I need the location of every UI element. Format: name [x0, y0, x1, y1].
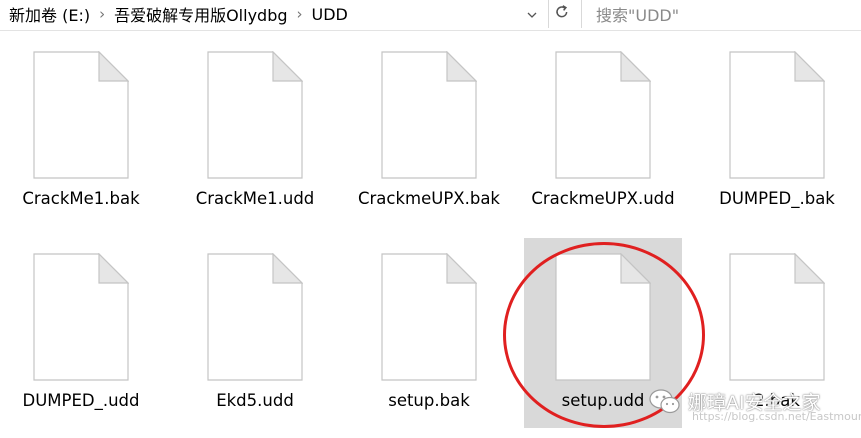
file-name: setup.bak	[388, 391, 470, 410]
document-icon	[381, 252, 478, 381]
file-name: CrackmeUPX.bak	[358, 189, 500, 208]
file-grid: CrackMe1.bak CrackMe1.udd CrackmeUPX.bak…	[0, 36, 861, 438]
file-name: 2.bak	[754, 391, 800, 410]
file-name: Ekd5.udd	[216, 391, 294, 410]
breadcrumb-separator[interactable]: ›	[92, 5, 112, 23]
file-name: setup.udd	[561, 391, 645, 410]
file-item[interactable]: CrackmeUPX.udd	[524, 36, 682, 226]
file-name: DUMPED_.udd	[22, 391, 140, 410]
file-item[interactable]: DUMPED_.udd	[2, 238, 160, 428]
file-item-selected[interactable]: setup.udd	[524, 238, 682, 428]
refresh-icon	[554, 4, 570, 24]
document-icon	[555, 252, 652, 381]
breadcrumb-item-drive[interactable]: 新加卷 (E:)	[7, 2, 92, 26]
file-item[interactable]: 2.bak	[698, 238, 856, 428]
document-icon	[33, 50, 130, 179]
search-placeholder: 搜索"UDD"	[596, 6, 680, 25]
file-name: CrackmeUPX.udd	[531, 189, 675, 208]
breadcrumb-item-ollydbg[interactable]: 吾爱破解专用版Ollydbg	[112, 2, 289, 26]
file-item[interactable]: Ekd5.udd	[176, 238, 334, 428]
file-item[interactable]: setup.bak	[350, 238, 508, 428]
file-name: DUMPED_.bak	[719, 189, 835, 208]
breadcrumb-separator[interactable]: ›	[290, 5, 310, 23]
file-name: CrackMe1.bak	[22, 189, 140, 208]
search-input[interactable]: 搜索"UDD"	[581, 0, 861, 28]
document-icon	[33, 252, 130, 381]
document-icon	[729, 252, 826, 381]
document-icon	[207, 252, 304, 381]
document-icon	[555, 50, 652, 179]
address-bar: 新加卷 (E:) › 吾爱破解专用版Ollydbg › UDD 搜索"UDD"	[0, 0, 861, 31]
file-item[interactable]: CrackmeUPX.bak	[350, 36, 508, 226]
file-item[interactable]: CrackMe1.udd	[176, 36, 334, 226]
document-icon	[729, 50, 826, 179]
refresh-button[interactable]	[548, 0, 575, 28]
document-icon	[381, 50, 478, 179]
file-name: CrackMe1.udd	[195, 189, 315, 208]
file-item[interactable]: DUMPED_.bak	[698, 36, 856, 226]
breadcrumb: 新加卷 (E:) › 吾爱破解专用版Ollydbg › UDD	[7, 0, 512, 28]
chevron-down-icon	[527, 8, 537, 21]
document-icon	[207, 50, 304, 179]
file-item[interactable]: CrackMe1.bak	[2, 36, 160, 226]
address-dropdown-button[interactable]	[520, 0, 544, 28]
breadcrumb-item-udd[interactable]: UDD	[310, 5, 350, 24]
